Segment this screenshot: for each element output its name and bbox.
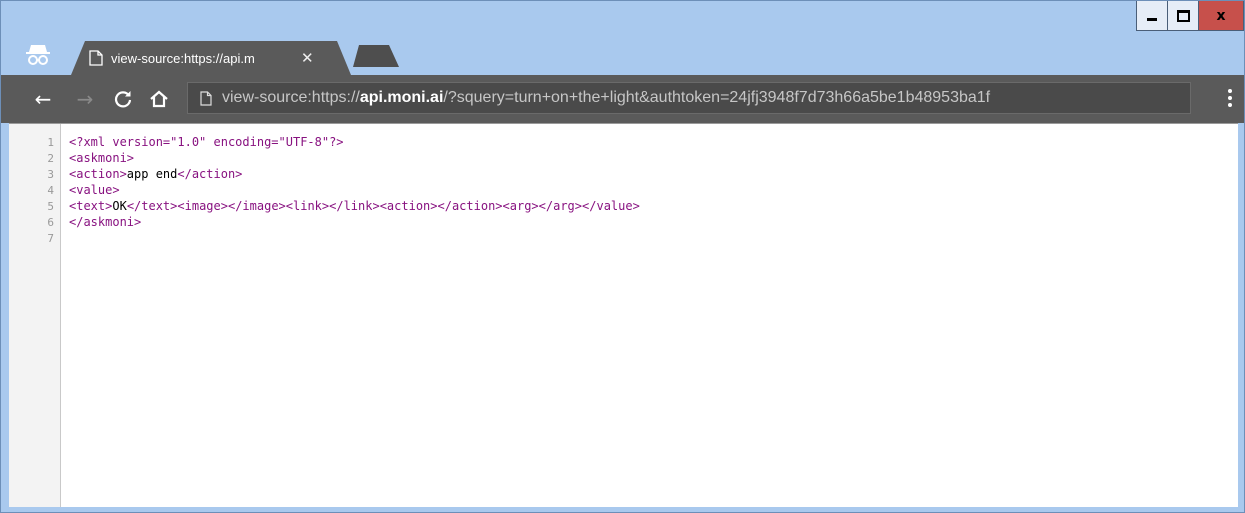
tab-title: view-source:https://api.m (111, 50, 255, 66)
line-number: 4 (47, 183, 54, 197)
page-icon (89, 50, 103, 66)
reload-icon[interactable] (109, 85, 137, 113)
back-icon[interactable]: ← (29, 85, 57, 113)
new-tab-button[interactable] (353, 45, 399, 67)
source-view: 1 <?xml version="1.0" encoding="UTF-8"?> 2… (9, 123, 1238, 507)
source-lines: 1 <?xml version="1.0" encoding="UTF-8"?> 2… (9, 134, 1238, 246)
line-code: <askmoni> (69, 151, 135, 165)
maximize-button[interactable] (1167, 1, 1199, 31)
source-line: 5 <text>OK</text><image></image><link></l… (9, 198, 1238, 214)
browser-window: x view-source:https://api.m ✕ ← → view-s… (0, 0, 1245, 513)
menu-icon[interactable] (1228, 89, 1232, 110)
line-number: 3 (47, 167, 54, 181)
close-button[interactable]: x (1198, 1, 1244, 31)
line-number: 1 (47, 135, 54, 149)
maximize-icon (1176, 9, 1190, 22)
url-text[interactable]: view-source:https://api.moni.ai/?squery=… (222, 89, 1187, 107)
url-path: /?squery=turn+on+the+light&authtoken=24j… (443, 89, 991, 106)
line-code: <text>OK</text><image></image><link></li… (69, 199, 640, 213)
close-icon: x (1216, 7, 1226, 24)
source-line: 2 <askmoni> (9, 150, 1238, 166)
minimize-button[interactable] (1136, 1, 1168, 31)
source-line: 7 (9, 230, 1238, 246)
tab-close-icon[interactable]: ✕ (301, 49, 314, 67)
toolbar: ← → view-source:https://api.moni.ai/?squ… (1, 75, 1244, 123)
incognito-icon (26, 45, 50, 65)
tab-view-source[interactable]: view-source:https://api.m ✕ (71, 41, 351, 75)
minimize-icon (1147, 18, 1157, 21)
line-number: 2 (47, 151, 54, 165)
line-code: <value> (69, 183, 120, 197)
address-bar[interactable]: view-source:https://api.moni.ai/?squery=… (187, 82, 1191, 114)
url-scheme: view-source:https:// (222, 89, 360, 106)
home-icon[interactable] (145, 85, 173, 113)
page-icon (200, 90, 212, 106)
forward-icon[interactable]: → (71, 85, 99, 113)
line-number: 6 (47, 215, 54, 229)
source-line: 1 <?xml version="1.0" encoding="UTF-8"?> (9, 134, 1238, 150)
url-host: api.moni.ai (359, 89, 444, 106)
source-line: 4 <value> (9, 182, 1238, 198)
line-number: 5 (47, 199, 54, 213)
source-line: 3 <action>app end</action> (9, 166, 1238, 182)
source-line: 6 </askmoni> (9, 214, 1238, 230)
window-controls: x (1136, 1, 1244, 35)
tab-strip: view-source:https://api.m ✕ (1, 35, 1244, 75)
line-code: <?xml version="1.0" encoding="UTF-8"?> (69, 135, 344, 149)
line-code: </askmoni> (69, 215, 142, 229)
line-code: <action>app end</action> (69, 167, 243, 181)
line-number: 7 (47, 231, 54, 245)
